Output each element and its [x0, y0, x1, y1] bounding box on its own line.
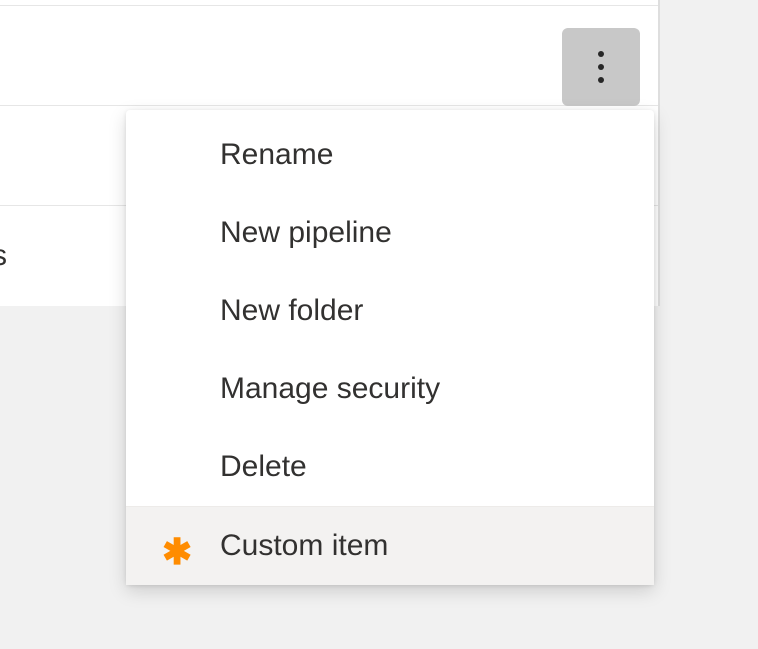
menu-item-delete[interactable]: Delete — [126, 428, 654, 506]
menu-item-label: Delete — [220, 450, 307, 484]
menu-item-label: Manage security — [220, 372, 440, 406]
menu-item-manage-security[interactable]: Manage security — [126, 350, 654, 428]
row-label-clipped: s — [0, 239, 7, 273]
menu-item-label: Custom item — [220, 529, 388, 563]
menu-item-icon-slot: ✱ — [162, 528, 220, 564]
asterisk-icon: ✱ — [162, 534, 192, 570]
menu-item-label: New pipeline — [220, 216, 392, 250]
vertical-dots-icon — [598, 51, 604, 83]
list-row[interactable] — [0, 6, 658, 106]
more-options-button[interactable] — [562, 28, 640, 106]
menu-item-rename[interactable]: Rename — [126, 116, 654, 194]
context-menu: Rename New pipeline New folder Manage se… — [126, 110, 654, 585]
menu-item-custom-item[interactable]: ✱ Custom item — [126, 507, 654, 585]
menu-item-label: New folder — [220, 294, 363, 328]
menu-item-label: Rename — [220, 138, 333, 172]
menu-item-new-folder[interactable]: New folder — [126, 272, 654, 350]
menu-item-new-pipeline[interactable]: New pipeline — [126, 194, 654, 272]
